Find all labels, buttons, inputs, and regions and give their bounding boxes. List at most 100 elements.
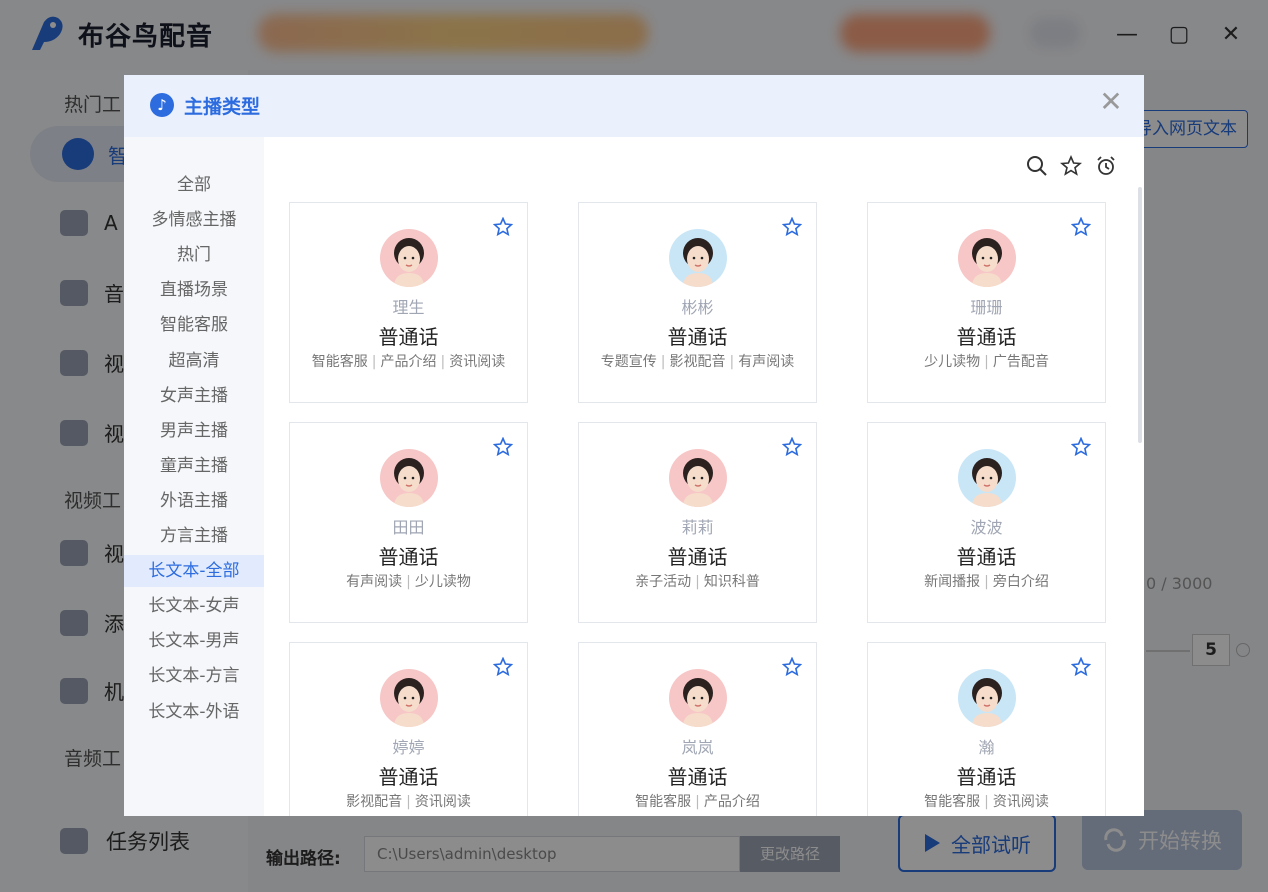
voice-avatar — [669, 669, 727, 727]
search-icon[interactable] — [1026, 155, 1048, 177]
category-item[interactable]: 多情感主播 — [124, 204, 264, 236]
modal-title: 主播类型 — [184, 96, 261, 118]
voice-card[interactable]: 彬彬 普通话 专题宣传 | 影视配音 | 有声阅读 — [578, 202, 817, 403]
voice-tag: 少儿读物 — [924, 354, 981, 370]
category-item[interactable]: 女声主播 — [124, 380, 264, 412]
voice-card[interactable]: 瀚普通话智能客服 | 资讯阅读 — [867, 642, 1106, 816]
star-icon[interactable] — [1060, 155, 1082, 177]
category-item[interactable]: 长文本-女声 — [124, 590, 264, 622]
favorite-star-icon[interactable] — [782, 657, 802, 677]
voice-language: 普通话 — [378, 325, 439, 349]
scrollbar[interactable] — [1138, 187, 1142, 443]
voice-language: 普通话 — [378, 545, 439, 569]
category-item[interactable]: 直播场景 — [124, 274, 264, 306]
category-item[interactable]: 热门 — [124, 239, 264, 271]
voice-name: 珊珊 — [970, 298, 1003, 317]
voice-tag: 知识科普 — [703, 574, 760, 590]
tag-separator: | — [440, 354, 446, 370]
voice-card[interactable]: 田田 普通话 有声阅读 | 少儿读物 — [289, 422, 528, 623]
voice-tag: 资讯阅读 — [992, 794, 1049, 810]
tag-separator: | — [984, 794, 989, 810]
voice-avatar — [958, 449, 1016, 507]
voice-tag: 影视配音 — [669, 354, 726, 370]
tag-separator: | — [695, 794, 700, 810]
voice-tags: 亲子活动 | 知识科普 — [579, 571, 816, 591]
voice-name: 波波 — [970, 518, 1003, 537]
voice-avatar — [380, 229, 438, 287]
voice-tag: 有声阅读 — [738, 354, 795, 370]
tag-separator: | — [371, 354, 377, 370]
voice-name: 婷婷 — [392, 738, 425, 757]
alarm-clock-icon[interactable] — [1095, 155, 1117, 177]
voice-card[interactable]: 岚岚普通话 智能客服 | 产品介绍 — [578, 642, 817, 816]
category-item[interactable]: 外语主播 — [124, 485, 264, 517]
voice-name: 田田 — [392, 518, 425, 537]
voice-name: 莉莉 — [681, 518, 714, 537]
favorite-star-icon[interactable] — [782, 217, 802, 237]
category-item[interactable]: 长文本-男声 — [124, 625, 264, 657]
category-item[interactable]: 长文本-方言 — [124, 660, 264, 692]
favorite-star-icon[interactable] — [493, 217, 513, 237]
favorite-star-icon[interactable] — [1071, 657, 1091, 677]
voice-tags: 少儿读物 | 广告配音 — [868, 351, 1105, 371]
voice-card[interactable]: 理生普通话 智能客服 | 产品介绍 | 资讯阅读 — [289, 202, 528, 403]
voice-card[interactable]: 珊珊 普通话 少儿读物 | 广告配音 — [867, 202, 1106, 403]
voice-language: 普通话 — [956, 325, 1017, 349]
category-item[interactable]: 全部 — [124, 169, 264, 201]
voice-tag: 有声阅读 — [346, 574, 403, 590]
voice-name: 彬彬 — [681, 298, 714, 317]
voice-tag: 旁白介绍 — [992, 574, 1049, 590]
voice-language: 普通话 — [956, 545, 1017, 569]
voice-name: 瀚 — [978, 738, 995, 757]
voice-language: 普通话 — [667, 765, 728, 789]
favorite-star-icon[interactable] — [1071, 217, 1091, 237]
voice-name: 理生 — [392, 298, 425, 317]
voice-tag: 影视配音 — [346, 794, 403, 810]
voice-tag: 专题宣传 — [600, 354, 657, 370]
voice-avatar — [958, 229, 1016, 287]
voice-tag: 广告配音 — [992, 354, 1049, 370]
voice-avatar — [669, 449, 727, 507]
voice-avatar — [958, 669, 1016, 727]
voice-language: 普通话 — [667, 545, 728, 569]
tag-separator: | — [984, 354, 989, 370]
category-nav: 全部 多情感主播 热门 直播场景 智能客服超高清 女声主播 男声主播 童声主播 外语主播 方言主播… — [124, 137, 264, 816]
favorite-star-icon[interactable] — [493, 657, 513, 677]
tag-separator: | — [406, 794, 411, 810]
voice-language: 普通话 — [956, 765, 1017, 789]
voice-type-modal: ♪ 主播类型 ✕ 全部 多情感主播 热门 直播场景 智能客服 超高清 女声主播 男声主播 童声主… — [124, 75, 1144, 816]
voice-avatar — [380, 669, 438, 727]
voice-tag: 资讯阅读 — [414, 794, 471, 810]
voice-tag: 智能客服 — [924, 794, 981, 810]
voice-tag: 亲子活动 — [635, 574, 692, 590]
category-item[interactable]: 长文本-全部 — [124, 555, 264, 588]
category-item[interactable]: 方言主播 — [124, 520, 264, 552]
voice-avatar — [380, 449, 438, 507]
voice-tag: 智能客服 — [311, 354, 368, 370]
voice-card[interactable]: 莉莉普通话 亲子活动 | 知识科普 — [578, 422, 817, 623]
tag-separator: | — [406, 574, 411, 590]
category-item[interactable]: 智能客服 — [124, 309, 264, 341]
voice-tags: 新闻播报 | 旁白介绍 — [868, 571, 1105, 591]
tag-separator: | — [984, 574, 989, 590]
voice-language: 普通话 — [667, 325, 728, 349]
voice-tags: 智能客服 | 产品介绍 — [579, 791, 816, 811]
voice-tags: 智能客服 | 产品介绍 | 资讯阅读 — [290, 351, 527, 371]
voice-card[interactable]: 婷婷 普通话 影视配音 | 资讯阅读 — [289, 642, 528, 816]
favorite-star-icon[interactable] — [782, 437, 802, 457]
voice-tag: 少儿读物 — [414, 574, 471, 590]
favorite-star-icon[interactable] — [1071, 437, 1091, 457]
category-item[interactable]: 童声主播 — [124, 450, 264, 482]
voice-tags: 有声阅读 | 少儿读物 — [290, 571, 527, 591]
category-item[interactable]: 男声主播 — [124, 415, 264, 447]
voice-name: 岚岚 — [681, 738, 714, 757]
modal-header: ♪ 主播类型 ✕ — [124, 75, 1144, 137]
close-icon[interactable]: ✕ — [1096, 87, 1126, 117]
voice-card[interactable]: 波波普通话 新闻播报 | 旁白介绍 — [867, 422, 1106, 623]
voice-tag: 产品介绍 — [703, 794, 760, 810]
voice-avatar — [669, 229, 727, 287]
voice-tags: 影视配音 | 资讯阅读 — [290, 791, 527, 811]
category-item[interactable]: 长文本-外语 — [124, 696, 264, 728]
category-item[interactable]: 超高清 — [124, 345, 264, 377]
favorite-star-icon[interactable] — [493, 437, 513, 457]
